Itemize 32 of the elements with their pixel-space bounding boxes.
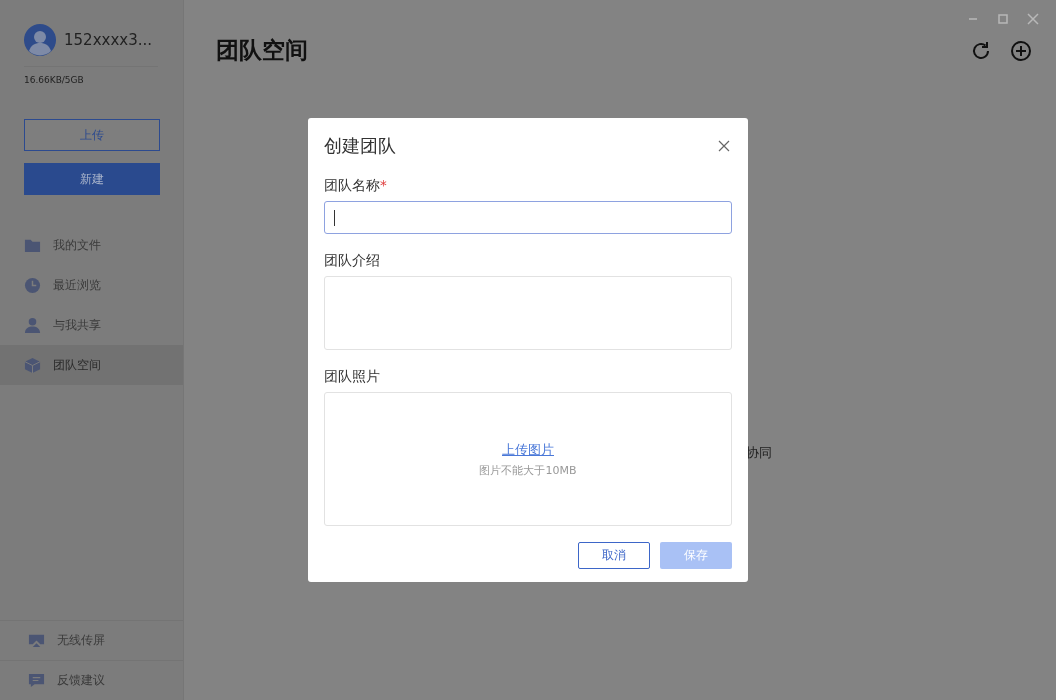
user-name[interactable]: 152xxxx3... [64, 31, 152, 49]
clock-icon [24, 276, 41, 294]
add-icon[interactable] [1010, 39, 1032, 62]
avatar-icon [24, 24, 56, 56]
maximize-icon[interactable] [997, 13, 1009, 25]
sidebar-item[interactable]: 团队空间 [0, 345, 183, 385]
upload-button[interactable]: 上传 [24, 119, 160, 151]
screen-icon [28, 632, 45, 649]
field-label: 团队介绍 [324, 252, 381, 270]
sidebar-footer-item[interactable]: 反馈建议 [0, 660, 183, 700]
photo-drop-area[interactable]: 上传图片 图片不能大于10MB [324, 392, 732, 526]
input-field[interactable] [324, 201, 732, 234]
refresh-icon[interactable] [970, 39, 992, 62]
field-label: 团队名称* [324, 177, 388, 195]
size-hint: 图片不能大于10MB [479, 462, 577, 478]
person-icon [24, 316, 41, 334]
dialog-title: 创建团队 [324, 134, 396, 158]
upload-image-link[interactable]: 上传图片 [502, 440, 554, 459]
sidebar-item[interactable]: 最近浏览 [0, 265, 183, 305]
storage-usage: 16.66KB/5GB [24, 75, 85, 85]
chat-icon [28, 672, 45, 689]
text-area[interactable] [324, 276, 732, 350]
field-label: 团队照片 [324, 368, 381, 386]
close-icon[interactable] [718, 140, 730, 152]
sidebar-footer-item[interactable]: 无线传屏 [0, 620, 183, 660]
cancel-button[interactable]: 取消 [578, 542, 650, 569]
sidebar-item[interactable]: 与我共享 [0, 305, 183, 345]
empty-state-text: 协同 [746, 444, 772, 462]
cube-icon [24, 356, 41, 374]
sidebar-item[interactable]: 我的文件 [0, 225, 183, 265]
page-title: 团队空间 [216, 36, 308, 65]
new-button[interactable]: 新建 [24, 163, 160, 195]
